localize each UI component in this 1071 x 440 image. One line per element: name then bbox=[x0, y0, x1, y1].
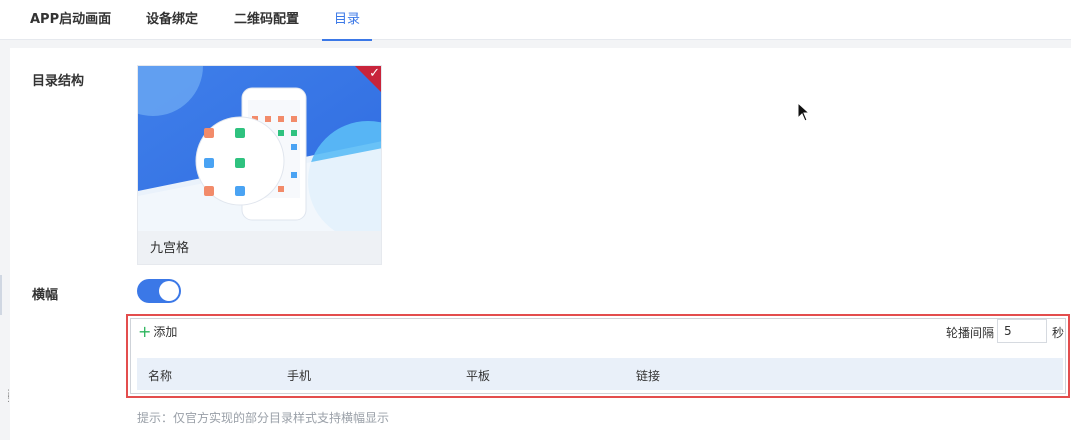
banner-table-header: 名称 手机 平板 链接 bbox=[137, 358, 1063, 390]
tab-qrcode-config[interactable]: 二维码配置 bbox=[234, 0, 299, 40]
directory-structure-label: 目录结构 bbox=[32, 74, 85, 89]
drag-handle-icon[interactable]: ⋮ ⋮ bbox=[4, 390, 13, 404]
plus-icon: + bbox=[138, 322, 152, 341]
column-header-tablet: 平板 bbox=[466, 369, 491, 383]
card-caption: 九宫格 bbox=[150, 241, 190, 256]
add-banner-button[interactable]: + 添加 bbox=[138, 322, 177, 341]
tab-label: 二维码配置 bbox=[234, 12, 300, 27]
add-label: 添加 bbox=[153, 325, 178, 339]
carousel-interval-label: 轮播间隔 bbox=[946, 326, 995, 340]
column-header-link: 链接 bbox=[636, 369, 661, 383]
toggle-knob bbox=[159, 281, 179, 301]
sidebar-edge bbox=[0, 275, 2, 315]
carousel-interval-input[interactable] bbox=[997, 319, 1047, 343]
tab-label: 目录 bbox=[334, 12, 361, 27]
nine-grid-preview-image: ✓ bbox=[138, 66, 381, 231]
active-tab-indicator bbox=[322, 39, 373, 41]
tab-label: APP启动画面 bbox=[30, 12, 112, 27]
mouse-pointer-icon bbox=[797, 102, 811, 122]
directory-style-card-nine-grid[interactable]: ✓ 九宫格 bbox=[137, 65, 382, 265]
tab-directory[interactable]: 目录 bbox=[322, 0, 373, 41]
column-header-name: 名称 bbox=[148, 369, 173, 383]
banner-toggle[interactable] bbox=[137, 279, 181, 303]
check-icon: ✓ bbox=[369, 66, 380, 81]
tab-device-binding[interactable]: 设备绑定 bbox=[146, 0, 198, 40]
tab-label: 设备绑定 bbox=[146, 12, 199, 27]
column-header-phone: 手机 bbox=[287, 369, 312, 383]
tab-app-launch-screen[interactable]: APP启动画面 bbox=[30, 0, 111, 40]
banner-hint: 提示：仅官方实现的部分目录样式支持横幅显示 bbox=[137, 411, 390, 425]
banner-label: 横幅 bbox=[32, 288, 59, 303]
carousel-interval-unit: 秒 bbox=[1052, 326, 1065, 340]
tab-bar: APP启动画面 设备绑定 二维码配置 目录 bbox=[0, 0, 1071, 41]
